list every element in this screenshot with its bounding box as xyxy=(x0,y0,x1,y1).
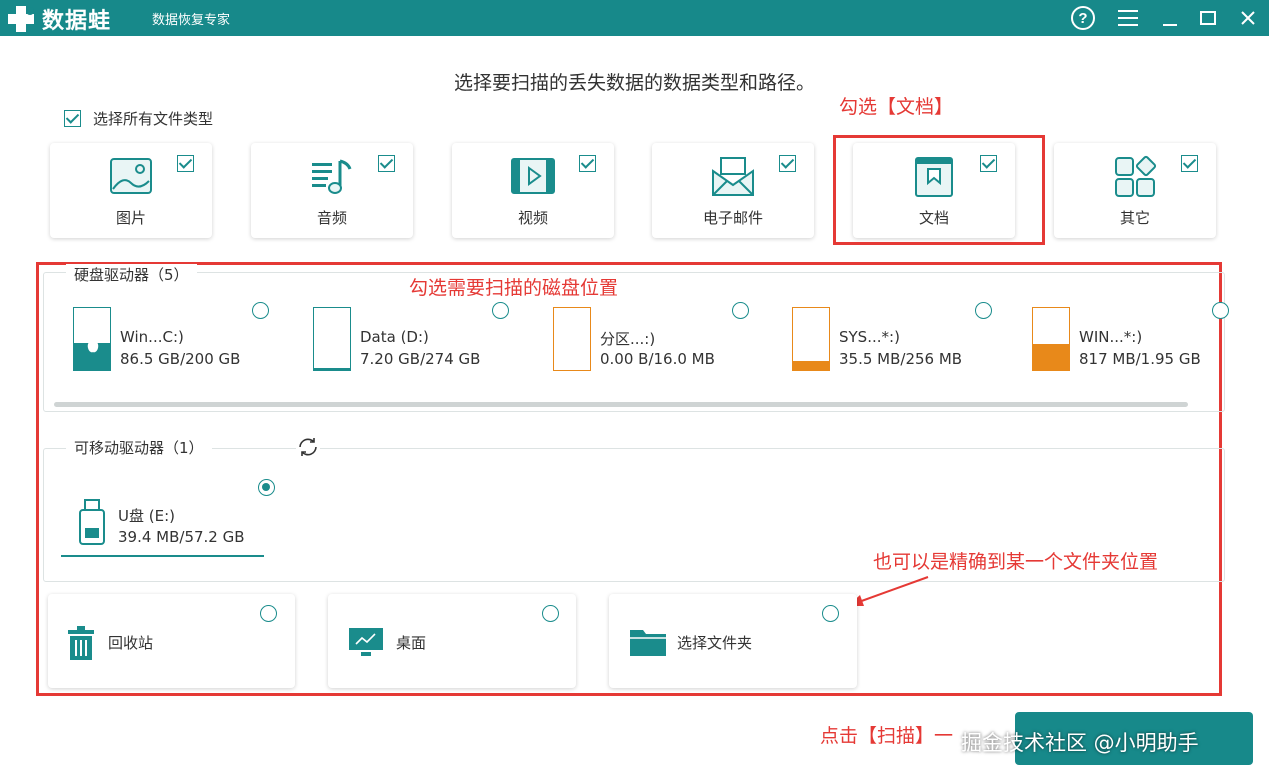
logo-text: 数据蛙 xyxy=(42,9,112,34)
video-type-checkbox[interactable] xyxy=(579,155,596,172)
highlight-document-box xyxy=(833,135,1045,245)
annotation-disk: 勾选需要扫描的磁盘位置 xyxy=(409,277,619,299)
drive-radio[interactable] xyxy=(252,302,269,319)
annotation-doc: 勾选【文档】 xyxy=(839,96,954,118)
file-type-label: 其它 xyxy=(1119,209,1150,227)
drive-item[interactable]: 分区...:) 0.00 B/16.0 MB xyxy=(553,307,783,373)
drive-size: 35.5 MB/256 MB xyxy=(839,350,963,368)
usb-drive-name: U盘 (E:) xyxy=(118,507,175,525)
drive-size: 86.5 GB/200 GB xyxy=(120,350,241,368)
location-label: 回收站 xyxy=(108,634,154,652)
recycle-bin-icon xyxy=(66,626,96,662)
location-radio[interactable] xyxy=(822,605,839,622)
menu-icon[interactable] xyxy=(1114,4,1142,32)
drive-usage-fill xyxy=(793,361,829,370)
apple-logo-icon xyxy=(87,338,99,353)
maximize-icon[interactable] xyxy=(1194,4,1222,32)
file-type-card-audio[interactable]: 音频 xyxy=(251,143,413,238)
usb-drive-item[interactable]: U盘 (E:) 39.4 MB/57.2 GB xyxy=(61,494,264,557)
file-type-card-video[interactable]: 视频 xyxy=(452,143,614,238)
file-type-card-other[interactable]: 其它 xyxy=(1054,143,1216,238)
drive-usage-bar xyxy=(792,307,830,371)
watermark: 掘金技术社区 @小明助手 xyxy=(961,731,1199,755)
location-radio[interactable] xyxy=(542,605,559,622)
drive-usage-bar xyxy=(73,307,111,371)
file-type-label: 电子邮件 xyxy=(702,209,763,227)
usb-drive-size: 39.4 MB/57.2 GB xyxy=(118,528,245,546)
email-type-checkbox[interactable] xyxy=(779,155,796,172)
select-all-label: 选择所有文件类型 xyxy=(93,110,214,128)
file-type-label: 图片 xyxy=(115,209,146,227)
image-type-checkbox[interactable] xyxy=(177,155,194,172)
drive-name: SYS...*:) xyxy=(839,328,900,346)
file-type-card-email[interactable]: 电子邮件 xyxy=(652,143,814,238)
drive-name: Data (D:) xyxy=(360,328,429,346)
audio-type-checkbox[interactable] xyxy=(378,155,395,172)
drive-size: 0.00 B/16.0 MB xyxy=(600,350,715,368)
drive-name: Win...C:) xyxy=(120,328,184,346)
drive-radio[interactable] xyxy=(975,302,992,319)
title-bar: 数据蛙 数据恢复专家 ? xyxy=(0,0,1269,36)
drive-size: 7.20 GB/274 GB xyxy=(360,350,481,368)
drive-list-scrollbar[interactable] xyxy=(54,402,1188,407)
audio-icon xyxy=(308,155,356,199)
annotation-folder: 也可以是精确到某一个文件夹位置 xyxy=(873,551,1159,573)
file-type-label: 视频 xyxy=(517,209,548,227)
drive-usage-fill xyxy=(1033,343,1069,370)
drive-name: WIN...*:) xyxy=(1079,328,1143,346)
select-all-check-icon[interactable] xyxy=(64,110,81,127)
annotation-scan: 点击【扫描】一 xyxy=(820,725,954,747)
drive-radio[interactable] xyxy=(1212,302,1229,319)
location-card-desktop[interactable]: 桌面 xyxy=(328,594,576,688)
app-subtitle: 数据恢复专家 xyxy=(152,13,231,28)
location-label: 桌面 xyxy=(396,634,427,652)
logo-cross-icon xyxy=(6,4,36,34)
drive-item[interactable]: WIN...*:) 817 MB/1.95 GB xyxy=(1032,307,1262,373)
drive-usage-bar xyxy=(313,307,351,371)
app-logo: 数据蛙 xyxy=(6,3,111,35)
file-type-label: 音频 xyxy=(316,209,347,227)
desktop-icon xyxy=(348,626,384,658)
drive-radio[interactable] xyxy=(732,302,749,319)
file-type-card-image[interactable]: 图片 xyxy=(50,143,212,238)
folder-icon xyxy=(629,626,667,658)
drive-size: 817 MB/1.95 GB xyxy=(1079,350,1201,368)
usb-drive-radio[interactable] xyxy=(258,479,275,496)
location-label: 选择文件夹 xyxy=(677,634,753,652)
removable-group-title: 可移动驱动器（1） xyxy=(66,437,212,458)
location-card-recycle-bin[interactable]: 回收站 xyxy=(48,594,295,688)
video-icon xyxy=(509,155,557,199)
drive-name: 分区...:) xyxy=(600,330,656,348)
drive-usage-fill xyxy=(314,368,350,370)
email-icon xyxy=(709,155,757,199)
drive-radio[interactable] xyxy=(492,302,509,319)
refresh-icon[interactable] xyxy=(296,436,320,458)
location-card-select-folder[interactable]: 选择文件夹 xyxy=(609,594,857,688)
help-icon[interactable]: ? xyxy=(1069,4,1097,32)
drive-usage-bar xyxy=(1032,307,1070,371)
disk-group-title: 硬盘驱动器（5） xyxy=(66,264,197,285)
image-icon xyxy=(107,155,155,199)
location-radio[interactable] xyxy=(260,605,277,622)
svg-text:?: ? xyxy=(1078,10,1087,27)
usb-drive-icon xyxy=(76,498,108,546)
drive-item[interactable]: Data (D:) 7.20 GB/274 GB xyxy=(313,307,543,373)
other-type-checkbox[interactable] xyxy=(1181,155,1198,172)
select-all-checkbox[interactable]: 选择所有文件类型 xyxy=(64,108,213,129)
other-icon xyxy=(1111,155,1159,199)
drive-item[interactable]: Win...C:) 86.5 GB/200 GB xyxy=(73,307,303,373)
close-icon[interactable] xyxy=(1234,4,1262,32)
drive-usage-bar xyxy=(553,307,591,371)
minimize-icon[interactable] xyxy=(1156,4,1184,32)
page-heading: 选择要扫描的丢失数据的数据类型和路径。 xyxy=(453,72,815,94)
